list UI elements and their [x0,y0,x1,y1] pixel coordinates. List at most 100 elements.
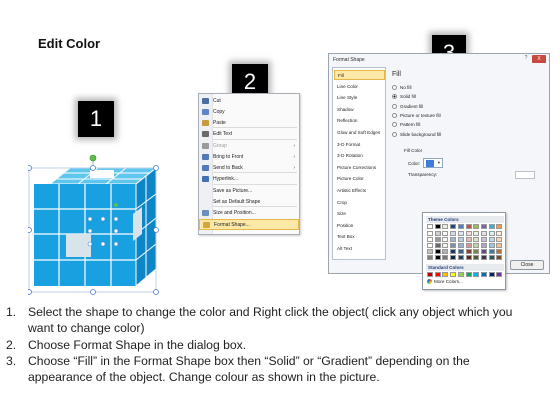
theme-color-swatch[interactable] [473,249,480,254]
theme-color-swatch[interactable] [450,255,457,260]
theme-color-swatch[interactable] [457,255,464,260]
nav-item-picture-corrections[interactable]: Picture Corrections [334,163,385,173]
theme-color-swatch[interactable] [488,231,495,236]
standard-color-swatch[interactable] [442,272,449,277]
radio-icon[interactable] [392,103,397,109]
nav-item-line-color[interactable]: Line Color [334,82,385,92]
theme-color-swatch[interactable] [480,243,487,248]
radio-icon[interactable] [392,112,397,118]
menu-item-hyperlink[interactable]: Hyperlink... [199,174,299,185]
theme-color-swatch[interactable] [465,224,472,229]
theme-color-swatch[interactable] [496,224,503,229]
theme-color-swatch[interactable] [442,255,449,260]
theme-color-swatch[interactable] [496,231,503,236]
standard-color-swatch[interactable] [434,272,441,277]
fill-option-pattern-fill[interactable]: Pattern fill [392,121,420,129]
radio-icon[interactable] [392,122,397,128]
theme-color-swatch[interactable] [434,231,441,236]
theme-color-swatch[interactable] [450,231,457,236]
menu-item-cut[interactable]: Cut [199,96,299,107]
theme-color-swatch[interactable] [457,249,464,254]
theme-color-swatch[interactable] [480,231,487,236]
theme-color-swatch[interactable] [465,231,472,236]
theme-color-swatch[interactable] [496,243,503,248]
help-button[interactable]: ? [522,55,530,62]
rotate-handle[interactable] [89,154,97,162]
nav-item-alt-text[interactable]: Alt Text [334,244,385,254]
selected-cube-shape[interactable] [26,154,162,296]
standard-color-swatch[interactable] [457,272,464,277]
theme-color-swatch[interactable] [442,224,449,229]
color-picker-button[interactable]: ▾ [423,158,443,168]
theme-color-swatch[interactable] [427,231,433,236]
menu-item-size-and-position[interactable]: Size and Position... [199,208,299,219]
menu-item-group[interactable]: Group › [199,141,299,152]
nav-item-position[interactable]: Position [334,221,385,231]
theme-color-swatch[interactable] [480,255,487,260]
theme-color-swatch[interactable] [473,243,480,248]
standard-color-swatch[interactable] [473,272,480,277]
nav-item-shadow[interactable]: Shadow [334,105,385,115]
fill-option-slide-background-fill[interactable]: Slide background fill [392,131,441,139]
nav-item-3-d-format[interactable]: 3-D Format [334,140,385,150]
theme-color-swatch[interactable] [434,237,441,242]
nav-item-glow-and-soft-edges[interactable]: Glow and Soft Edges [334,128,385,138]
theme-color-swatch[interactable] [488,243,495,248]
menu-item-format-shape[interactable]: Format Shape... [199,219,299,230]
theme-color-swatch[interactable] [450,249,457,254]
theme-color-swatch[interactable] [434,255,441,260]
close-icon[interactable]: X [532,55,546,63]
theme-color-swatch[interactable] [457,231,464,236]
theme-color-swatch[interactable] [496,237,503,242]
theme-color-swatch[interactable] [427,249,433,254]
fill-option-solid-fill[interactable]: Solid fill [392,93,416,101]
fill-option-no-fill[interactable]: No fill [392,84,412,92]
nav-item-size[interactable]: Size [334,209,385,219]
theme-color-swatch[interactable] [450,243,457,248]
theme-color-swatch[interactable] [488,224,495,229]
theme-color-swatch[interactable] [465,237,472,242]
nav-item-crop[interactable]: Crop [334,198,385,208]
theme-color-swatch[interactable] [496,255,503,260]
radio-icon[interactable] [392,131,397,137]
theme-color-swatch[interactable] [496,249,503,254]
theme-color-swatch[interactable] [488,249,495,254]
nav-item-line-style[interactable]: Line Style [334,93,385,103]
nav-item-reflection[interactable]: Reflection [334,116,385,126]
menu-item-edit-text[interactable]: Edit Text [199,129,299,140]
theme-color-swatch[interactable] [434,249,441,254]
radio-icon[interactable] [392,85,397,90]
menu-item-copy[interactable]: Copy [199,107,299,118]
theme-color-swatch[interactable] [488,255,495,260]
theme-color-swatch[interactable] [427,237,433,242]
theme-color-swatch[interactable] [442,231,449,236]
theme-color-swatch[interactable] [427,224,433,229]
menu-item-bring-to-front[interactable]: Bring to Front › [199,152,299,163]
theme-color-swatch[interactable] [473,237,480,242]
theme-color-swatch[interactable] [450,224,457,229]
standard-color-swatch[interactable] [488,272,495,277]
theme-color-swatch[interactable] [457,243,464,248]
theme-color-swatch[interactable] [465,255,472,260]
radio-checked-icon[interactable] [392,94,397,100]
theme-color-swatch[interactable] [427,243,433,248]
standard-color-swatch[interactable] [450,272,457,277]
theme-color-swatch[interactable] [473,255,480,260]
theme-color-swatch[interactable] [473,231,480,236]
nav-item-picture-color[interactable]: Picture Color [334,174,385,184]
theme-color-swatch[interactable] [442,243,449,248]
nav-item-text-box[interactable]: Text Box [334,232,385,242]
more-colors-link[interactable]: More Colors... [427,279,463,284]
standard-color-swatch[interactable] [480,272,487,277]
nav-item-fill[interactable]: Fill [334,70,385,80]
theme-color-swatch[interactable] [480,224,487,229]
close-button[interactable]: Close [510,260,544,270]
theme-color-swatch[interactable] [457,237,464,242]
menu-item-save-as-picture[interactable]: Save as Picture... [199,186,299,197]
theme-color-swatch[interactable] [465,243,472,248]
nav-item-artistic-effects[interactable]: Artistic Effects [334,186,385,196]
theme-color-swatch[interactable] [442,249,449,254]
theme-color-swatch[interactable] [480,249,487,254]
theme-color-swatch[interactable] [480,237,487,242]
standard-color-swatch[interactable] [496,272,503,277]
